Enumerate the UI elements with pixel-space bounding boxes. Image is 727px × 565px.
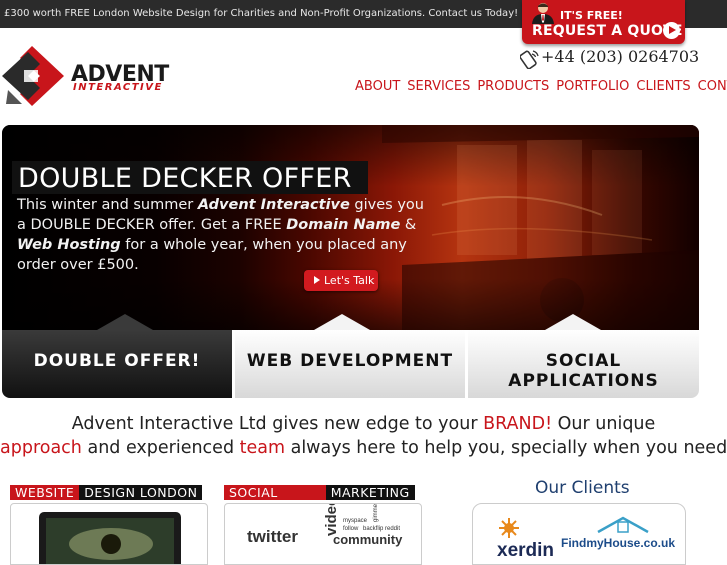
clients-box: xerdin FindmyHouse.co.uk <box>472 503 686 565</box>
tab-label: DOUBLE OFFER! <box>33 351 201 371</box>
clients-title: Our Clients <box>535 478 630 498</box>
sun-icon <box>499 518 519 538</box>
hero-brand-highlight: Advent Interactive <box>197 197 350 213</box>
nav-item-portfolio[interactable]: PORTFOLIO <box>556 79 629 94</box>
tab-pointer <box>545 314 601 330</box>
advent-logo-icon[interactable] <box>2 44 70 108</box>
hero-text-line-3: Web Hosting for a whole year, when you p… <box>17 237 407 253</box>
businessman-icon <box>532 3 554 24</box>
word-cloud-word: gimme <box>373 504 379 522</box>
word-cloud-word: twitter <box>247 527 298 546</box>
client-logo-xerdin: xerdin <box>497 540 554 561</box>
tab-social-applications[interactable]: SOCIAL APPLICATIONS <box>468 330 699 398</box>
hero-domain-highlight: Domain Name <box>286 217 401 233</box>
client-logo-findmyhouse: FindmyHouse.co.uk <box>561 536 675 550</box>
social-word-cloud-image: twitter video myspace follow backflip gi… <box>247 504 403 547</box>
tab-label: WEB DEVELOPMENT <box>246 351 454 371</box>
nav-item-clients[interactable]: CLIENTS <box>636 79 690 94</box>
tab-label: SOCIAL APPLICATIONS <box>508 351 659 391</box>
monitor-image <box>39 512 181 564</box>
brand-link[interactable]: BRAND! <box>483 414 552 434</box>
request-quote-button[interactable]: IT'S FREE! REQUEST A QUOTE <box>522 0 685 44</box>
approach-link[interactable]: approach <box>0 438 82 458</box>
hero-text-line-2: a DOUBLE DECKER offer. Get a FREE Domain… <box>17 217 417 233</box>
phone-number: +44 (203) 0264703 <box>541 47 700 66</box>
nav-item-services[interactable]: SERVICES <box>407 79 470 94</box>
promo-text: £300 worth FREE London Website Design fo… <box>4 8 519 19</box>
main-navigation: ABOUT SERVICES PRODUCTS PORTFOLIO CLIENTS CON… <box>355 78 727 95</box>
tab-double-offer[interactable]: DOUBLE OFFER! <box>2 330 232 398</box>
lets-talk-button[interactable]: Let's Talk <box>304 270 378 291</box>
active-tab-pointer <box>97 314 153 330</box>
tab-pointer <box>314 314 370 330</box>
client-logos-image: xerdin FindmyHouse.co.uk <box>497 516 675 561</box>
hero-text-line-4: order over £500. <box>17 257 139 273</box>
lets-talk-label: Let's Talk <box>324 274 375 287</box>
hero-hosting-highlight: Web Hosting <box>17 237 121 253</box>
social-marketing-heading: SOCIAL MARKETING <box>224 485 415 501</box>
tab-web-development[interactable]: WEB DEVELOPMENT <box>235 330 465 398</box>
quote-main-label: REQUEST A QUOTE <box>532 23 683 39</box>
tagline-line-1: Advent Interactive Ltd gives new edge to… <box>71 414 656 434</box>
logo-subtitle: INTERACTIVE <box>73 82 163 93</box>
quote-free-label: IT'S FREE! <box>560 9 623 22</box>
arrow-right-icon <box>314 276 320 284</box>
hero-text-line-1: This winter and summer Advent Interactiv… <box>17 197 424 213</box>
play-arrow-icon <box>663 22 680 39</box>
nav-item-products[interactable]: PRODUCTS <box>477 79 549 94</box>
hero-title: DOUBLE DECKER OFFER <box>12 161 368 194</box>
website-design-heading: WEBSITE DESIGN LONDON <box>10 485 203 501</box>
word-cloud-word: myspace <box>343 518 368 524</box>
nav-item-about[interactable]: ABOUT <box>355 79 400 94</box>
tagline-line-2: approach and experienced team always her… <box>0 438 727 458</box>
website-design-box[interactable] <box>10 503 208 565</box>
house-icon <box>597 516 649 534</box>
team-link[interactable]: team <box>240 438 285 458</box>
hero-banner: DOUBLE DECKER OFFER This winter and summ… <box>2 125 699 330</box>
social-marketing-box[interactable]: twitter video myspace follow backflip gi… <box>224 503 422 565</box>
phone-icon <box>520 50 539 69</box>
nav-item-contact[interactable]: CONTACT <box>698 79 727 94</box>
